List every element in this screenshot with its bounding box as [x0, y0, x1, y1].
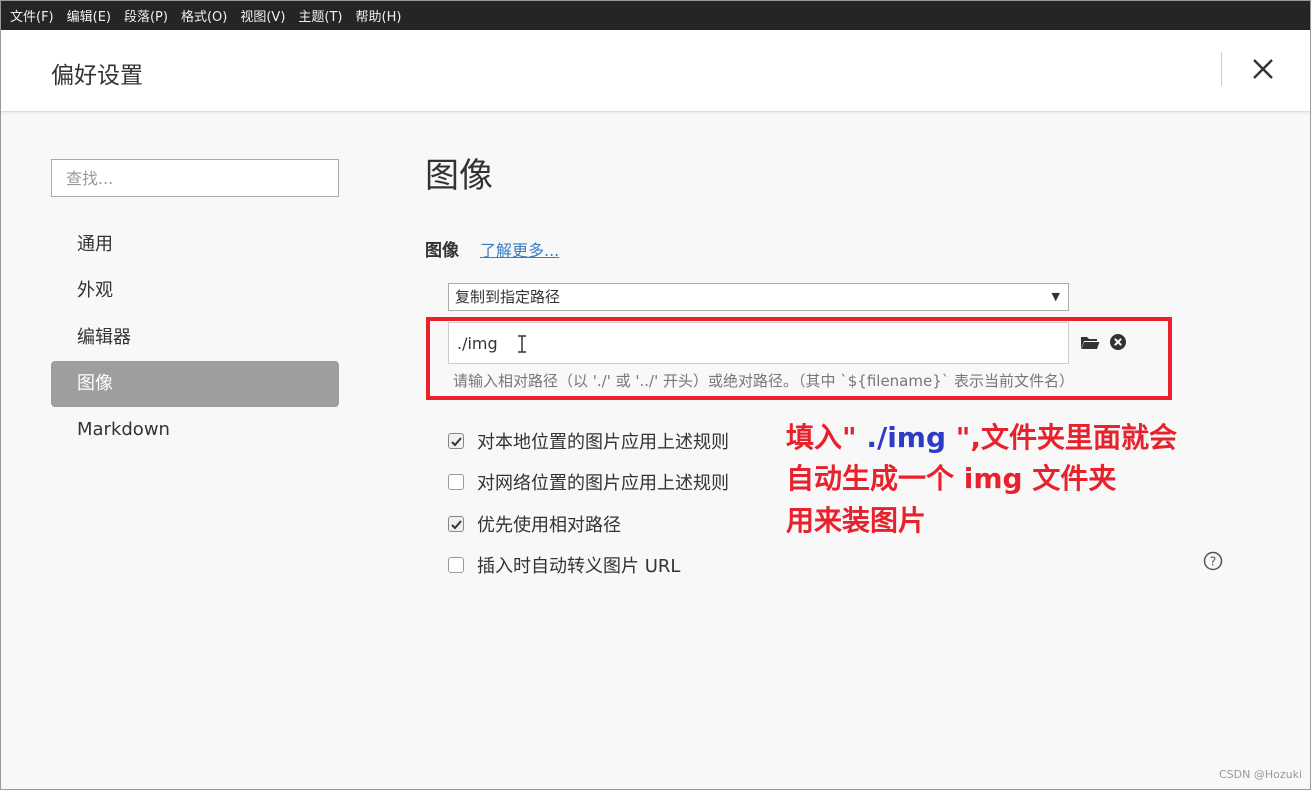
checkbox-row-escape[interactable]: 插入时自动转义图片 URL	[448, 552, 680, 578]
checkbox-row-network[interactable]: 对网络位置的图片应用上述规则	[448, 469, 729, 495]
checkbox-row-relative[interactable]: 优先使用相对路径	[448, 511, 621, 537]
checkbox-label: 插入时自动转义图片 URL	[477, 556, 681, 577]
menu-edit[interactable]: 编辑(E)	[63, 6, 120, 25]
page-title: 偏好设置	[51, 63, 143, 89]
sidebar-item-markdown[interactable]: Markdown	[51, 407, 339, 453]
folder-icon[interactable]	[1080, 335, 1100, 351]
path-hint-text: 请输入相对路径（以 './' 或 '../' 开头）或绝对路径。（其中 `${f…	[453, 372, 1075, 390]
checkbox-row-local[interactable]: 对本地位置的图片应用上述规则	[448, 428, 729, 454]
menu-format[interactable]: 格式(O)	[177, 6, 236, 25]
checkbox-prefer-relative[interactable]	[448, 516, 464, 532]
section-title: 图像	[425, 156, 493, 196]
text-cursor-icon	[518, 335, 526, 353]
image-action-select[interactable]: 复制到指定路径 ▼	[448, 283, 1069, 311]
sidebar-item-appearance[interactable]: 外观	[51, 268, 339, 314]
image-section-label: 图像	[425, 241, 459, 261]
header-divider	[1221, 52, 1222, 86]
image-path-input[interactable]	[448, 322, 1069, 364]
checkbox-escape-url[interactable]	[448, 557, 464, 573]
sidebar-item-editor[interactable]: 编辑器	[51, 315, 339, 361]
chevron-down-icon: ▼	[1051, 290, 1060, 303]
menu-help[interactable]: 帮助(H)	[352, 6, 411, 25]
checkmark-icon	[450, 519, 462, 529]
checkbox-network-images[interactable]	[448, 474, 464, 490]
preferences-header: 偏好设置	[0, 30, 1311, 112]
menu-theme[interactable]: 主题(T)	[294, 6, 351, 25]
learn-more-link[interactable]: 了解更多...	[480, 237, 559, 261]
checkbox-label: 对网络位置的图片应用上述规则	[477, 473, 729, 494]
annotation-line-2: 自动生成一个 img 文件夹	[786, 462, 1117, 495]
sidebar-item-general[interactable]: 通用	[51, 222, 339, 268]
watermark: CSDN @Hozuki	[1219, 768, 1303, 781]
sidebar-item-image[interactable]: 图像	[51, 361, 339, 407]
select-value: 复制到指定路径	[455, 288, 561, 306]
checkmark-icon	[450, 436, 462, 446]
menubar: 文件(F) 编辑(E) 段落(P) 格式(O) 视图(V) 主题(T) 帮助(H…	[0, 0, 1311, 30]
svg-text:?: ?	[1210, 555, 1216, 569]
annotation-line-3: 用来装图片	[786, 504, 927, 537]
clear-icon[interactable]	[1109, 333, 1127, 351]
checkbox-label: 优先使用相对路径	[477, 515, 621, 536]
close-icon[interactable]	[1248, 54, 1278, 84]
menu-view[interactable]: 视图(V)	[236, 6, 294, 25]
help-icon[interactable]: ?	[1203, 551, 1223, 571]
checkbox-label: 对本地位置的图片应用上述规则	[477, 432, 729, 453]
menu-paragraph[interactable]: 段落(P)	[120, 6, 177, 25]
menu-file[interactable]: 文件(F)	[6, 6, 63, 25]
checkbox-local-images[interactable]	[448, 433, 464, 449]
annotation-line-1: 填入" ./img ",文件夹里面就会	[786, 421, 1178, 454]
search-input[interactable]	[51, 159, 339, 197]
